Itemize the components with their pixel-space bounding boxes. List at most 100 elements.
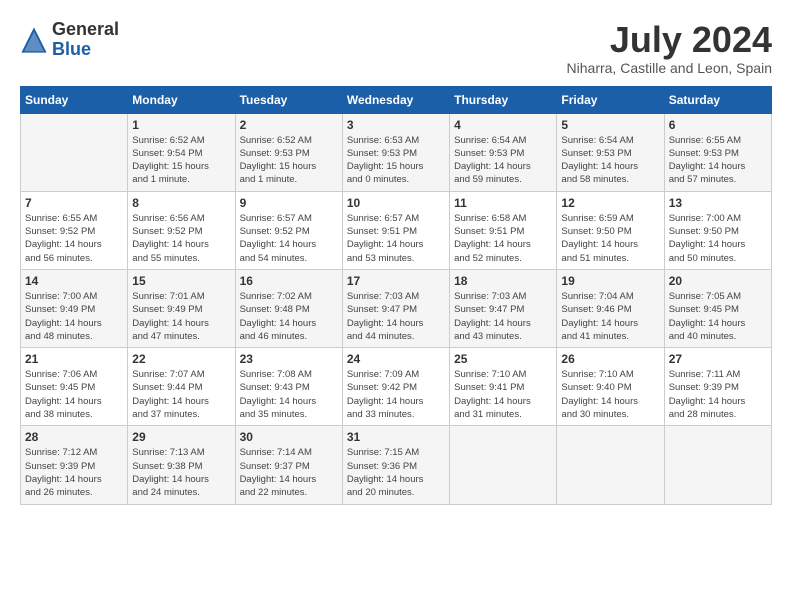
header-row: SundayMondayTuesdayWednesdayThursdayFrid… <box>21 86 772 113</box>
calendar-cell: 9Sunrise: 6:57 AM Sunset: 9:52 PM Daylig… <box>235 191 342 269</box>
calendar-cell: 30Sunrise: 7:14 AM Sunset: 9:37 PM Dayli… <box>235 426 342 504</box>
header-cell-saturday: Saturday <box>664 86 771 113</box>
calendar-cell: 12Sunrise: 6:59 AM Sunset: 9:50 PM Dayli… <box>557 191 664 269</box>
day-number: 22 <box>132 352 230 366</box>
day-info: Sunrise: 7:06 AM Sunset: 9:45 PM Dayligh… <box>25 368 123 421</box>
day-number: 27 <box>669 352 767 366</box>
week-row-0: 1Sunrise: 6:52 AM Sunset: 9:54 PM Daylig… <box>21 113 772 191</box>
calendar-cell: 31 Sunrise: 7:15 AM Sunset: 9:36 PM Dayli… <box>342 426 449 504</box>
day-info: Sunrise: 7:14 AM Sunset: 9:37 PM Dayligh… <box>240 446 338 499</box>
day-info: Sunrise: 7:09 AM Sunset: 9:42 PM Dayligh… <box>347 368 445 421</box>
day-number: 10 <box>347 196 445 210</box>
day-info: Sunrise: 7:04 AM Sunset: 9:46 PM Dayligh… <box>561 290 659 343</box>
header-cell-friday: Friday <box>557 86 664 113</box>
day-info: Sunrise: 7:03 AM Sunset: 9:47 PM Dayligh… <box>454 290 552 343</box>
header-cell-thursday: Thursday <box>450 86 557 113</box>
calendar-cell: 14Sunrise: 7:00 AM Sunset: 9:49 PM Dayli… <box>21 269 128 347</box>
day-info: Sunrise: 7:12 AM Sunset: 9:39 PM Dayligh… <box>25 446 123 499</box>
week-row-1: 7 Sunrise: 6:55 AM Sunset: 9:52 PM Daylig… <box>21 191 772 269</box>
day-info: Sunrise: 7:00 AM Sunset: 9:49 PM Dayligh… <box>25 290 123 343</box>
calendar-header: SundayMondayTuesdayWednesdayThursdayFrid… <box>21 86 772 113</box>
title-section: July 2024 Niharra, Castille and Leon, Sp… <box>567 20 772 76</box>
day-number: 13 <box>669 196 767 210</box>
calendar-cell: 15 Sunrise: 7:01 AM Sunset: 9:49 PM Dayli… <box>128 269 235 347</box>
day-number: 25 <box>454 352 552 366</box>
day-number: 19 <box>561 274 659 288</box>
day-number: 9 <box>240 196 338 210</box>
calendar-cell: 26 Sunrise: 7:10 AM Sunset: 9:40 PM Dayli… <box>557 348 664 426</box>
day-number: 7 <box>25 196 123 210</box>
header-cell-sunday: Sunday <box>21 86 128 113</box>
day-info: Sunrise: 6:57 AM Sunset: 9:51 PM Dayligh… <box>347 212 445 265</box>
day-info: Sunrise: 7:15 AM Sunset: 9:36 PM Dayligh… <box>347 446 445 499</box>
day-number: 18 <box>454 274 552 288</box>
day-number: 15 <box>132 274 230 288</box>
day-info: Sunrise: 7:00 AM Sunset: 9:50 PM Dayligh… <box>669 212 767 265</box>
day-number: 12 <box>561 196 659 210</box>
day-info: Sunrise: 6:53 AM Sunset: 9:53 PM Dayligh… <box>347 134 445 187</box>
logo-icon <box>20 26 48 54</box>
calendar-cell: 29 Sunrise: 7:13 AM Sunset: 9:38 PM Dayli… <box>128 426 235 504</box>
calendar-cell: 20Sunrise: 7:05 AM Sunset: 9:45 PM Dayli… <box>664 269 771 347</box>
header-cell-wednesday: Wednesday <box>342 86 449 113</box>
calendar-cell: 24Sunrise: 7:09 AM Sunset: 9:42 PM Dayli… <box>342 348 449 426</box>
calendar-cell: 22Sunrise: 7:07 AM Sunset: 9:44 PM Dayli… <box>128 348 235 426</box>
week-row-3: 21 Sunrise: 7:06 AM Sunset: 9:45 PM Dayli… <box>21 348 772 426</box>
day-info: Sunrise: 6:52 AM Sunset: 9:53 PM Dayligh… <box>240 134 338 187</box>
day-info: Sunrise: 7:11 AM Sunset: 9:39 PM Dayligh… <box>669 368 767 421</box>
day-number: 31 <box>347 430 445 444</box>
day-number: 28 <box>25 430 123 444</box>
calendar-cell: 4 Sunrise: 6:54 AM Sunset: 9:53 PM Daylig… <box>450 113 557 191</box>
calendar-cell: 1Sunrise: 6:52 AM Sunset: 9:54 PM Daylig… <box>128 113 235 191</box>
day-number: 17 <box>347 274 445 288</box>
day-info: Sunrise: 7:10 AM Sunset: 9:41 PM Dayligh… <box>454 368 552 421</box>
day-number: 20 <box>669 274 767 288</box>
calendar-cell: 10 Sunrise: 6:57 AM Sunset: 9:51 PM Dayli… <box>342 191 449 269</box>
logo-general-text: General <box>52 19 119 39</box>
day-info: Sunrise: 6:55 AM Sunset: 9:52 PM Dayligh… <box>25 212 123 265</box>
day-info: Sunrise: 6:55 AM Sunset: 9:53 PM Dayligh… <box>669 134 767 187</box>
day-number: 4 <box>454 118 552 132</box>
day-info: Sunrise: 6:56 AM Sunset: 9:52 PM Dayligh… <box>132 212 230 265</box>
month-title: July 2024 <box>567 20 772 60</box>
day-info: Sunrise: 7:13 AM Sunset: 9:38 PM Dayligh… <box>132 446 230 499</box>
day-number: 5 <box>561 118 659 132</box>
calendar-cell <box>450 426 557 504</box>
header-cell-monday: Monday <box>128 86 235 113</box>
calendar-cell: 17 Sunrise: 7:03 AM Sunset: 9:47 PM Dayli… <box>342 269 449 347</box>
week-row-4: 28 Sunrise: 7:12 AM Sunset: 9:39 PM Dayli… <box>21 426 772 504</box>
day-info: Sunrise: 7:01 AM Sunset: 9:49 PM Dayligh… <box>132 290 230 343</box>
day-number: 29 <box>132 430 230 444</box>
calendar-body: 1Sunrise: 6:52 AM Sunset: 9:54 PM Daylig… <box>21 113 772 504</box>
calendar-cell: 11 Sunrise: 6:58 AM Sunset: 9:51 PM Dayli… <box>450 191 557 269</box>
day-number: 8 <box>132 196 230 210</box>
calendar-cell: 6 Sunrise: 6:55 AM Sunset: 9:53 PM Daylig… <box>664 113 771 191</box>
day-info: Sunrise: 7:10 AM Sunset: 9:40 PM Dayligh… <box>561 368 659 421</box>
logo: General Blue <box>20 20 119 60</box>
calendar-cell: 25 Sunrise: 7:10 AM Sunset: 9:41 PM Dayli… <box>450 348 557 426</box>
day-info: Sunrise: 6:54 AM Sunset: 9:53 PM Dayligh… <box>561 134 659 187</box>
day-number: 26 <box>561 352 659 366</box>
header: General Blue July 2024 Niharra, Castille… <box>20 20 772 76</box>
calendar-cell: 7 Sunrise: 6:55 AM Sunset: 9:52 PM Daylig… <box>21 191 128 269</box>
day-info: Sunrise: 6:58 AM Sunset: 9:51 PM Dayligh… <box>454 212 552 265</box>
calendar-cell: 19 Sunrise: 7:04 AM Sunset: 9:46 PM Dayli… <box>557 269 664 347</box>
day-number: 11 <box>454 196 552 210</box>
page-container: General Blue July 2024 Niharra, Castille… <box>20 20 772 505</box>
day-number: 1 <box>132 118 230 132</box>
day-info: Sunrise: 7:02 AM Sunset: 9:48 PM Dayligh… <box>240 290 338 343</box>
calendar-cell: 13 Sunrise: 7:00 AM Sunset: 9:50 PM Dayli… <box>664 191 771 269</box>
calendar-cell: 18 Sunrise: 7:03 AM Sunset: 9:47 PM Dayli… <box>450 269 557 347</box>
calendar-cell: 23Sunrise: 7:08 AM Sunset: 9:43 PM Dayli… <box>235 348 342 426</box>
day-info: Sunrise: 7:03 AM Sunset: 9:47 PM Dayligh… <box>347 290 445 343</box>
day-number: 2 <box>240 118 338 132</box>
day-number: 21 <box>25 352 123 366</box>
day-number: 3 <box>347 118 445 132</box>
calendar-cell <box>664 426 771 504</box>
day-info: Sunrise: 6:54 AM Sunset: 9:53 PM Dayligh… <box>454 134 552 187</box>
calendar-cell <box>21 113 128 191</box>
day-number: 6 <box>669 118 767 132</box>
calendar-cell: 27 Sunrise: 7:11 AM Sunset: 9:39 PM Dayli… <box>664 348 771 426</box>
calendar-cell: 5 Sunrise: 6:54 AM Sunset: 9:53 PM Daylig… <box>557 113 664 191</box>
day-number: 23 <box>240 352 338 366</box>
